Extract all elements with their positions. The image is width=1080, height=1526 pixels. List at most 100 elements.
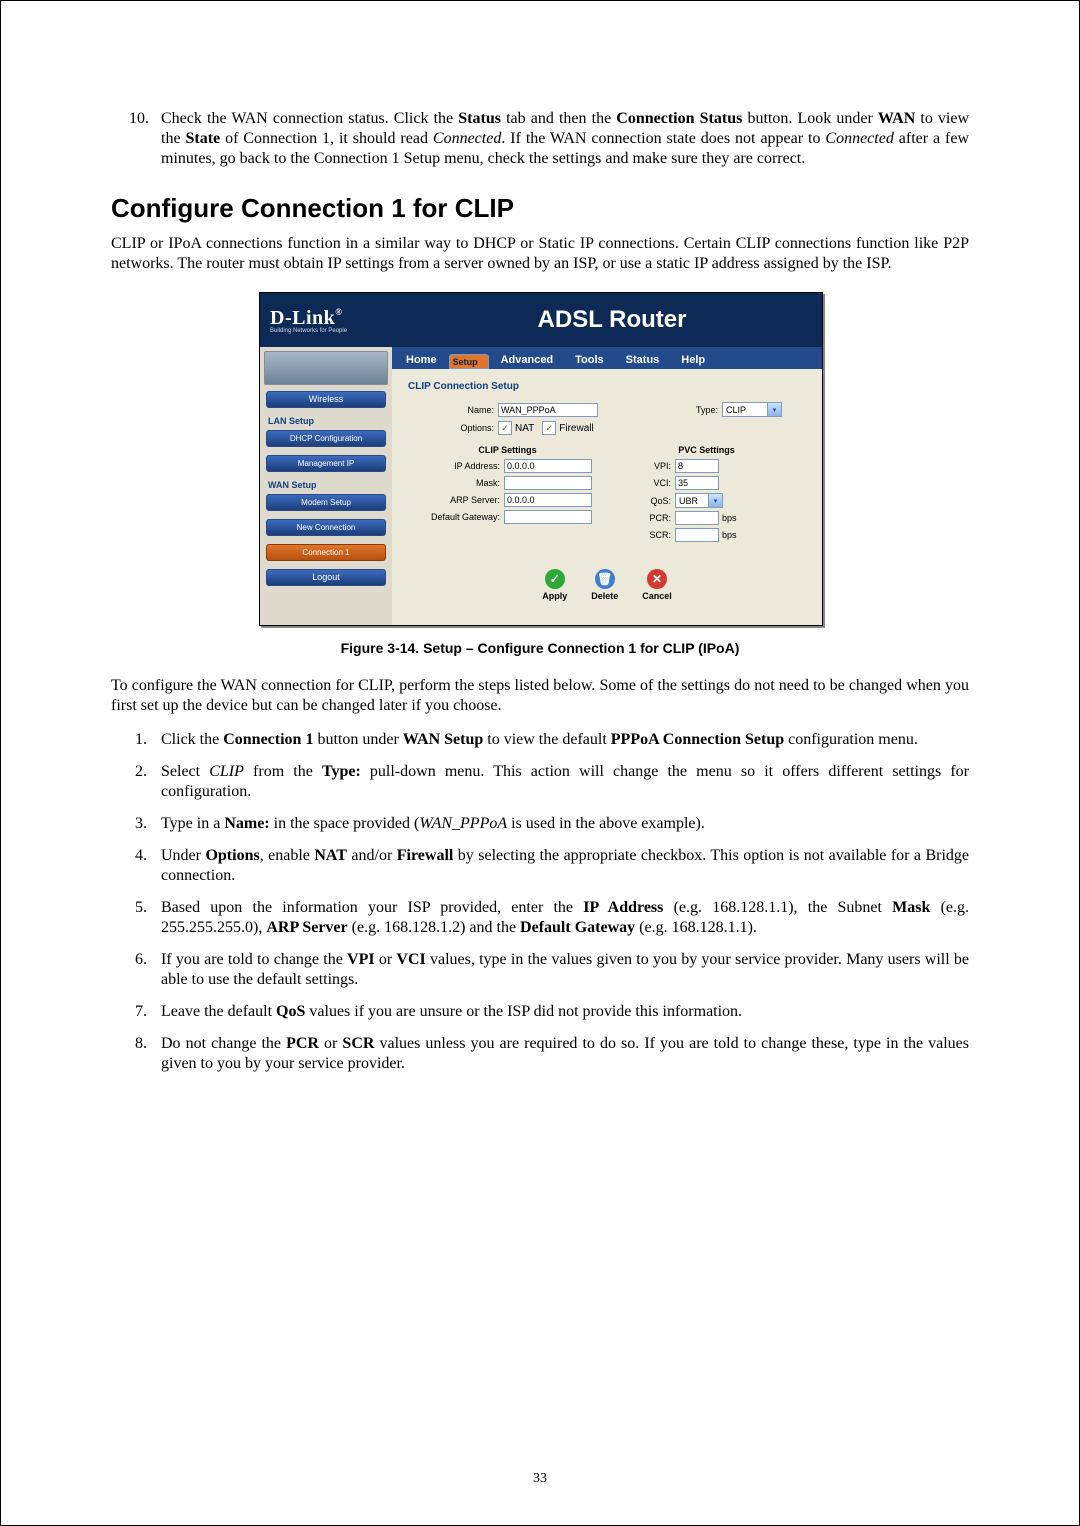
preceding-step-list: Check the WAN connection status. Click t…: [111, 109, 969, 169]
screenshot-figure: D-Link® Building Networks for People ADS…: [259, 292, 821, 626]
intro-paragraph: CLIP or IPoA connections function in a s…: [111, 234, 969, 274]
arp-label: ARP Server:: [408, 495, 504, 505]
i: WAN_PPPoA: [419, 815, 507, 832]
page-content: Check the WAN connection status. Click t…: [57, 49, 1023, 1074]
italic-connected: Connected: [433, 130, 501, 147]
t: Click the: [161, 731, 223, 748]
document-page: Check the WAN connection status. Click t…: [0, 0, 1080, 1526]
b: Connection 1: [223, 731, 313, 748]
step-6: If you are told to change the VPI or VCI…: [111, 950, 969, 990]
sidebar-item-newconn[interactable]: New Connection: [266, 519, 386, 536]
bold-wan: WAN: [878, 110, 915, 127]
mask-input[interactable]: [504, 476, 592, 490]
vpi-input[interactable]: [675, 459, 719, 473]
b: Name:: [224, 815, 269, 832]
tab-bar: Home Setup Advanced Tools Status Help: [392, 347, 822, 369]
sidebar-item-logout[interactable]: Logout: [266, 569, 386, 586]
logo-reg: ®: [335, 307, 342, 317]
scr-input[interactable]: [675, 528, 719, 542]
t: or: [375, 951, 397, 968]
chevron-down-icon: ▾: [708, 494, 722, 507]
logo-tagline: Building Networks for People: [270, 328, 402, 334]
firewall-checkbox[interactable]: ✓: [542, 421, 556, 435]
t: (e.g. 168.128.1.1).: [635, 919, 757, 936]
type-value: CLIP: [726, 405, 746, 415]
b: WAN Setup: [403, 731, 483, 748]
gw-input[interactable]: [504, 510, 592, 524]
b: Firewall: [397, 847, 454, 864]
sidebar-item-wireless[interactable]: Wireless: [266, 391, 386, 408]
sidebar-item-modem[interactable]: Modem Setup: [266, 494, 386, 511]
t: Leave the default: [161, 1003, 276, 1020]
b: Options: [205, 847, 259, 864]
name-input[interactable]: [498, 403, 598, 417]
t: Do not change the: [161, 1035, 286, 1052]
steps-list: Click the Connection 1 button under WAN …: [111, 730, 969, 1074]
b: NAT: [314, 847, 347, 864]
step-5: Based upon the information your ISP prov…: [111, 898, 969, 938]
t: , enable: [260, 847, 315, 864]
b: Mask: [892, 899, 930, 916]
nat-label: NAT: [515, 423, 534, 434]
vci-label: VCI:: [607, 478, 675, 488]
qos-select[interactable]: UBR ▾: [675, 493, 723, 508]
pcr-input[interactable]: [675, 511, 719, 525]
tab-setup[interactable]: Setup: [449, 354, 489, 369]
lead-paragraph: To configure the WAN connection for CLIP…: [111, 676, 969, 716]
delete-button[interactable]: 🗑 Delete: [591, 569, 618, 601]
logo: D-Link® Building Networks for People: [260, 307, 402, 334]
mask-label: Mask:: [408, 478, 504, 488]
italic-connected2: Connected: [825, 130, 893, 147]
type-label: Type:: [598, 405, 722, 415]
t: to view the default: [483, 731, 611, 748]
t: is used in the above example).: [507, 815, 705, 832]
pvc-settings-title: PVC Settings: [607, 445, 806, 455]
t: configuration menu.: [784, 731, 918, 748]
section-heading: Configure Connection 1 for CLIP: [111, 193, 969, 224]
sidebar-item-dhcp[interactable]: DHCP Configuration: [266, 430, 386, 447]
scr-label: SCR:: [607, 530, 675, 540]
sidebar: Wireless LAN Setup DHCP Configuration Ma…: [260, 347, 392, 625]
t: (e.g. 168.128.1.1), the Subnet: [663, 899, 892, 916]
panel-title: CLIP Connection Setup: [408, 381, 806, 392]
cancel-button[interactable]: ✕ Cancel: [642, 569, 672, 601]
delete-label: Delete: [591, 591, 618, 601]
banner-title: ADSL Router: [402, 306, 822, 334]
tab-help[interactable]: Help: [671, 351, 715, 369]
vpi-label: VPI:: [607, 461, 675, 471]
tab-tools[interactable]: Tools: [565, 351, 614, 369]
bold-state: State: [185, 130, 220, 147]
scr-unit: bps: [719, 530, 737, 540]
step-1: Click the Connection 1 button under WAN …: [111, 730, 969, 750]
options-label: Options:: [408, 423, 498, 433]
step-8: Do not change the PCR or SCR values unle…: [111, 1034, 969, 1074]
tab-home[interactable]: Home: [396, 351, 447, 369]
tab-status[interactable]: Status: [616, 351, 670, 369]
banner: D-Link® Building Networks for People ADS…: [260, 293, 822, 347]
step-10: Check the WAN connection status. Click t…: [111, 109, 969, 169]
apply-label: Apply: [542, 591, 567, 601]
logo-text: D-Link®: [270, 307, 402, 330]
panel-body: CLIP Connection Setup Name: Type: CLIP ▾: [392, 369, 822, 601]
t: Based upon the information your ISP prov…: [161, 899, 583, 916]
sidebar-item-connection1[interactable]: Connection 1: [266, 544, 386, 561]
arp-input[interactable]: [504, 493, 592, 507]
nat-checkbox[interactable]: ✓: [498, 421, 512, 435]
t: Type in a: [161, 815, 224, 832]
settings-columns: CLIP Settings IP Address: Mask: ARP Serv…: [408, 445, 806, 545]
vci-input[interactable]: [675, 476, 719, 490]
t: . If the WAN connection state does not a…: [501, 130, 825, 147]
sidebar-item-mgmtip[interactable]: Management IP: [266, 455, 386, 472]
pcr-label: PCR:: [607, 513, 675, 523]
main-panel: Home Setup Advanced Tools Status Help CL…: [392, 347, 822, 625]
type-select[interactable]: CLIP ▾: [722, 402, 782, 417]
tab-advanced[interactable]: Advanced: [491, 351, 564, 369]
t: button under: [313, 731, 402, 748]
cancel-label: Cancel: [642, 591, 672, 601]
sidebar-heading-wan: WAN Setup: [268, 480, 386, 490]
t: of Connection 1, it should read: [220, 130, 433, 147]
apply-button[interactable]: ✓ Apply: [542, 569, 567, 601]
t: in the space provided (: [270, 815, 420, 832]
figure-caption: Figure 3-14. Setup – Configure Connectio…: [111, 640, 969, 656]
ip-input[interactable]: [504, 459, 592, 473]
